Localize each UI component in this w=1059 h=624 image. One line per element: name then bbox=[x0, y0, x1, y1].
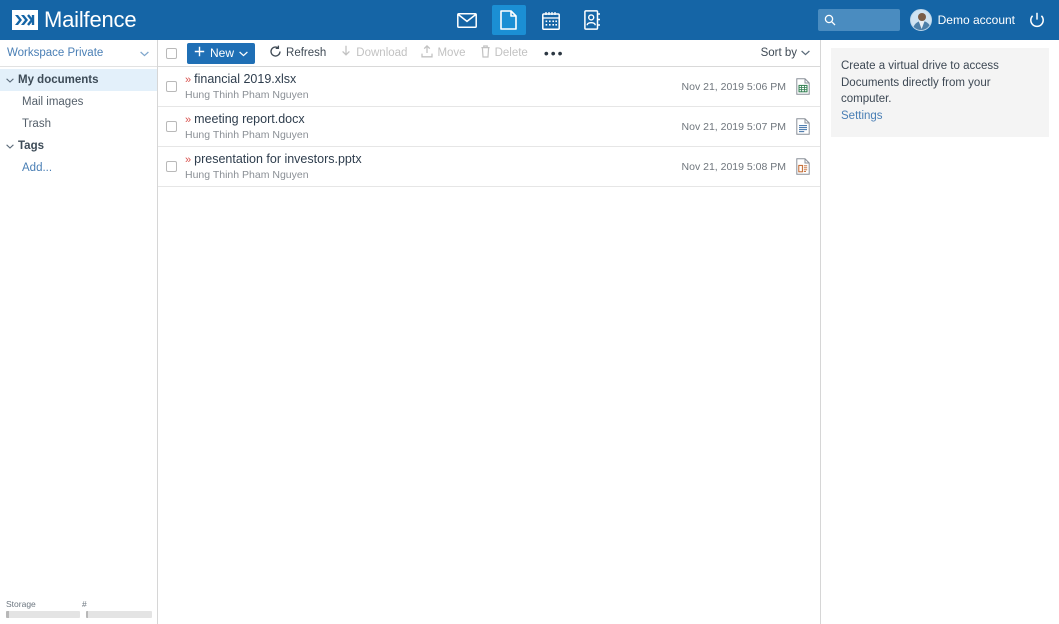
file-list: » financial 2019.xlsx Hung Thinh Pham Ng… bbox=[158, 67, 820, 187]
row-checkbox[interactable] bbox=[166, 161, 177, 172]
mail-icon[interactable] bbox=[450, 5, 484, 35]
top-right-controls: Demo account bbox=[817, 0, 1059, 40]
trash-icon bbox=[480, 45, 491, 61]
file-owner: Hung Thinh Pham Nguyen bbox=[185, 89, 309, 101]
sidebar-item-trash[interactable]: Trash bbox=[0, 113, 157, 135]
sidebar-item-label: Trash bbox=[22, 118, 51, 130]
delete-button: Delete bbox=[480, 45, 528, 61]
workspace-label: Workspace Private bbox=[7, 47, 104, 59]
file-name[interactable]: presentation for investors.pptx bbox=[194, 152, 361, 166]
plus-icon bbox=[194, 46, 205, 60]
sidebar-item-label: Tags bbox=[18, 140, 44, 152]
file-info: » financial 2019.xlsx Hung Thinh Pham Ng… bbox=[185, 72, 682, 101]
document-list-pane: New Refresh Download Move Delete ••• Sor… bbox=[158, 40, 821, 624]
storage-label: Storage bbox=[6, 599, 36, 609]
search-box[interactable] bbox=[817, 9, 900, 31]
new-button-label: New bbox=[210, 46, 235, 60]
document-file-icon bbox=[796, 118, 810, 135]
account-name: Demo account bbox=[937, 13, 1015, 27]
storage-meters: Storage # bbox=[0, 599, 158, 618]
brand-name: Mailfence bbox=[44, 7, 137, 32]
workspace-selector[interactable]: Workspace Private bbox=[0, 40, 157, 67]
sidebar-item-tags[interactable]: Tags bbox=[0, 135, 157, 157]
power-icon[interactable] bbox=[1025, 12, 1049, 29]
search-icon bbox=[824, 14, 836, 26]
sidebar-item-label: My documents bbox=[18, 74, 99, 86]
folder-tree: My documents Mail images Trash Tags Add.… bbox=[0, 67, 157, 179]
virtual-drive-tip: Create a virtual drive to access Documen… bbox=[831, 48, 1049, 137]
sort-by-button[interactable]: Sort by bbox=[761, 47, 810, 59]
refresh-label: Refresh bbox=[286, 47, 327, 59]
move-label: Move bbox=[437, 47, 466, 59]
chevron-down-icon bbox=[801, 47, 810, 59]
contacts-icon[interactable] bbox=[576, 5, 610, 35]
file-date: Nov 21, 2019 5:06 PM bbox=[681, 80, 786, 93]
delete-label: Delete bbox=[494, 47, 528, 59]
settings-link[interactable]: Settings bbox=[841, 110, 883, 122]
chevron-down-icon bbox=[6, 77, 18, 83]
row-checkbox[interactable] bbox=[166, 81, 177, 92]
more-options-button[interactable]: ••• bbox=[544, 46, 565, 60]
sort-by-label: Sort by bbox=[760, 47, 797, 59]
top-bar: Mailfence Demo account bbox=[0, 0, 1059, 40]
refresh-button[interactable]: Refresh bbox=[269, 45, 326, 61]
shared-marker: » bbox=[185, 154, 192, 166]
sidebar-item-mail-images[interactable]: Mail images bbox=[0, 91, 157, 113]
move-icon bbox=[421, 44, 434, 61]
file-name[interactable]: financial 2019.xlsx bbox=[194, 72, 296, 86]
tip-line-2: Documents directly from your computer. bbox=[841, 76, 991, 106]
count-label: # bbox=[82, 599, 87, 609]
chevron-down-icon bbox=[6, 143, 18, 149]
download-icon bbox=[340, 45, 352, 61]
file-date: Nov 21, 2019 5:08 PM bbox=[681, 160, 786, 173]
sidebar-item-label: Mail images bbox=[22, 96, 84, 108]
right-panel: Create a virtual drive to access Documen… bbox=[821, 40, 1059, 624]
download-label: Download bbox=[356, 47, 408, 59]
file-info: » meeting report.docx Hung Thinh Pham Ng… bbox=[185, 112, 682, 141]
chevron-down-icon bbox=[140, 44, 149, 62]
select-all-checkbox[interactable] bbox=[166, 47, 177, 59]
row-checkbox[interactable] bbox=[166, 121, 177, 132]
count-progress-bar bbox=[85, 611, 152, 618]
search-input[interactable] bbox=[838, 14, 897, 26]
download-button: Download bbox=[340, 45, 407, 61]
sidebar-item-my-documents[interactable]: My documents bbox=[0, 69, 157, 91]
sidebar-item-add-tag[interactable]: Add... bbox=[0, 157, 157, 179]
file-owner: Hung Thinh Pham Nguyen bbox=[185, 169, 309, 181]
chevron-down-icon bbox=[239, 46, 248, 60]
brand: Mailfence bbox=[0, 0, 137, 40]
account-menu[interactable]: Demo account bbox=[909, 9, 1015, 31]
new-button[interactable]: New bbox=[187, 42, 256, 64]
sidebar: Workspace Private My documents Mail imag… bbox=[0, 40, 158, 624]
table-row[interactable]: » financial 2019.xlsx Hung Thinh Pham Ng… bbox=[158, 67, 820, 107]
move-button: Move bbox=[421, 44, 466, 61]
file-date: Nov 21, 2019 5:07 PM bbox=[681, 120, 786, 133]
storage-progress-bar bbox=[6, 611, 80, 618]
file-owner: Hung Thinh Pham Nguyen bbox=[185, 129, 309, 141]
shared-marker: » bbox=[185, 114, 192, 126]
spreadsheet-file-icon bbox=[796, 78, 810, 95]
presentation-file-icon bbox=[796, 158, 810, 175]
calendar-icon[interactable] bbox=[534, 5, 568, 35]
mailfence-logo-icon bbox=[12, 10, 38, 30]
toolbar: New Refresh Download Move Delete ••• Sor… bbox=[158, 40, 820, 67]
shared-marker: » bbox=[185, 74, 192, 86]
documents-icon[interactable] bbox=[491, 5, 526, 35]
table-row[interactable]: » presentation for investors.pptx Hung T… bbox=[158, 147, 820, 187]
file-name[interactable]: meeting report.docx bbox=[194, 112, 304, 126]
tip-line-1: Create a virtual drive to access bbox=[841, 60, 999, 72]
avatar bbox=[909, 9, 932, 31]
file-info: » presentation for investors.pptx Hung T… bbox=[185, 152, 682, 181]
sidebar-item-label: Add... bbox=[22, 162, 53, 174]
table-row[interactable]: » meeting report.docx Hung Thinh Pham Ng… bbox=[158, 107, 820, 147]
refresh-icon bbox=[269, 45, 282, 61]
